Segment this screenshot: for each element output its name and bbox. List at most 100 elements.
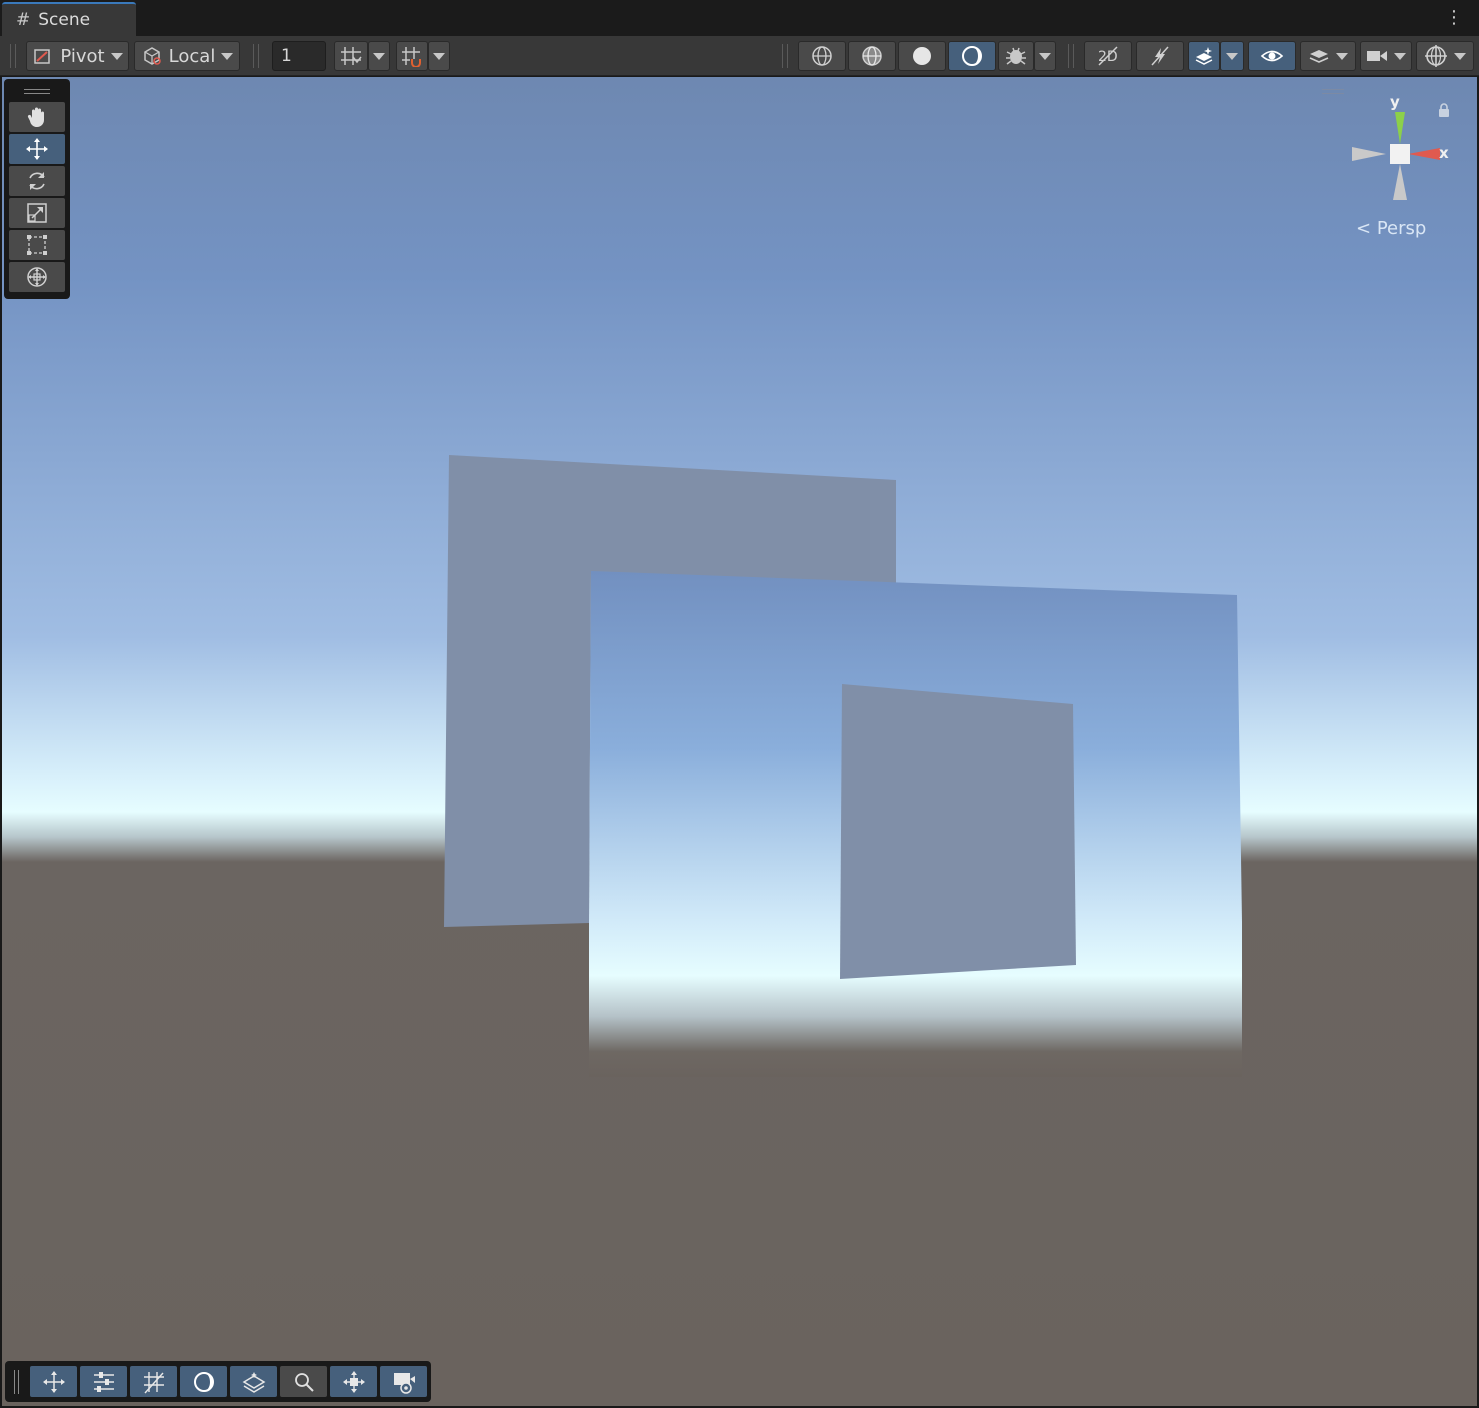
wireframe-sphere-icon [812, 46, 832, 66]
light-off-icon [1151, 46, 1169, 66]
shaded-wireframe-sphere-icon [862, 46, 882, 66]
move-tool-button[interactable] [9, 134, 65, 164]
unlit-sphere-icon [193, 1371, 214, 1392]
gizmo-y-cone[interactable] [1395, 112, 1405, 144]
grid-snap-value: 1 [281, 46, 292, 66]
navigation-arrows-icon [342, 1370, 365, 1393]
grid-icon [143, 1371, 164, 1393]
transform-tool-button[interactable] [9, 262, 65, 292]
toolbar-grip[interactable] [253, 44, 259, 68]
tab-scene[interactable]: # Scene [2, 2, 136, 36]
chevron-down-icon [221, 52, 234, 60]
scene-visibility-button[interactable] [1248, 41, 1296, 71]
rect-tool-button[interactable] [9, 230, 65, 260]
gizmos-dropdown[interactable] [1416, 41, 1474, 71]
toolbar-grip[interactable] [782, 44, 788, 68]
lighting-toggle-button[interactable] [1136, 41, 1184, 71]
local-cube-icon [143, 47, 161, 65]
eye-icon [1260, 50, 1284, 62]
overlay-toolbar [5, 1361, 431, 1402]
tools-overlay [4, 79, 70, 299]
toolbar-grip[interactable] [10, 44, 16, 68]
bug-icon [1006, 47, 1026, 65]
scene-camera-dropdown[interactable] [1360, 41, 1412, 71]
gizmo-neg-x-cone[interactable] [1352, 147, 1386, 161]
hand-icon [27, 107, 44, 128]
sliders-icon [93, 1371, 114, 1392]
scene-toolbar: Pivot Local 1 2D [0, 36, 1479, 76]
wireframe-mode-button[interactable] [798, 41, 846, 71]
increment-snap-dropdown[interactable] [428, 41, 450, 71]
search-icon [294, 1372, 314, 1392]
magnet-grid-icon [402, 47, 421, 67]
fx-dropdown[interactable] [1220, 41, 1244, 71]
scene-geometry [444, 455, 1242, 1077]
view-tool-button[interactable] [9, 102, 65, 132]
overlay-shading-button[interactable] [180, 1366, 227, 1397]
unlit-sphere-icon [962, 46, 982, 66]
layers-dropdown[interactable] [1300, 41, 1356, 71]
overlay-grid-button[interactable] [130, 1366, 177, 1397]
transform-icon [27, 267, 47, 287]
increment-snap-toggle[interactable] [396, 41, 428, 71]
move-arrows-icon [26, 138, 48, 160]
gizmo-handle[interactable] [1322, 89, 1344, 94]
chevron-left-icon: < [1356, 218, 1372, 239]
overlay-search-button[interactable] [280, 1366, 327, 1397]
overlay-camera-view-button[interactable] [380, 1366, 427, 1397]
fx-toggle-button[interactable] [1188, 41, 1220, 71]
shaded-mode-button[interactable] [898, 41, 946, 71]
more-options-icon[interactable]: ⋮ [1445, 8, 1463, 28]
gizmo-center-cube[interactable] [1390, 144, 1410, 164]
rotate-tool-button[interactable] [9, 166, 65, 196]
unlit-mode-button[interactable] [948, 41, 996, 71]
chevron-down-icon [1454, 52, 1466, 60]
hash-icon: # [16, 10, 31, 30]
chevron-down-icon [1394, 52, 1406, 60]
shaded-sphere-icon [913, 47, 931, 65]
chevron-down-icon [1336, 52, 1348, 60]
2d-toggle-icon: 2D [1098, 46, 1118, 66]
toggle-2d-button[interactable]: 2D [1084, 41, 1132, 71]
grid-snap-icon [341, 47, 362, 65]
chevron-down-icon [373, 52, 385, 60]
gizmo-x-cone[interactable] [1408, 148, 1440, 160]
scale-tool-button[interactable] [9, 198, 65, 228]
draw-mode-dropdown[interactable] [1034, 41, 1056, 71]
overlay-layers-button[interactable] [230, 1366, 277, 1397]
chevron-down-icon [110, 52, 123, 60]
overlay-toolbar-grip[interactable] [14, 1370, 19, 1394]
pivot-dropdown[interactable]: Pivot [26, 41, 129, 71]
layers-sparkle-icon [1195, 47, 1213, 65]
overlay-settings-button[interactable] [80, 1366, 127, 1397]
pivot-icon [34, 49, 51, 64]
grid-snap-toggle[interactable] [334, 41, 368, 71]
orientation-gizmo[interactable]: y x [1348, 93, 1458, 210]
scale-icon [27, 203, 47, 223]
debug-draw-mode-button[interactable] [998, 41, 1034, 71]
chevron-down-icon [433, 52, 445, 60]
front-plane[interactable] [840, 684, 1076, 979]
toolbar-grip[interactable] [1068, 44, 1074, 68]
rotate-icon [29, 172, 45, 190]
rect-transform-icon [27, 235, 47, 255]
overlay-navigation-button[interactable] [330, 1366, 377, 1397]
projection-toggle[interactable]: < Persp [1356, 218, 1426, 239]
chevron-down-icon [1039, 52, 1051, 60]
local-label: Local [168, 45, 216, 67]
shaded-wireframe-mode-button[interactable] [848, 41, 896, 71]
gizmo-y-label: y [1390, 93, 1400, 111]
gizmo-neg-y-cone[interactable] [1393, 164, 1407, 200]
layers-diamond-icon [242, 1371, 265, 1393]
projection-label: Persp [1376, 218, 1427, 239]
grid-snap-input[interactable]: 1 [272, 41, 326, 71]
local-dropdown[interactable]: Local [134, 41, 240, 71]
scene-viewport[interactable] [2, 77, 1477, 1406]
tools-overlay-handle[interactable] [24, 89, 50, 94]
grid-snap-dropdown[interactable] [368, 41, 390, 71]
pivot-label: Pivot [60, 45, 105, 67]
layers-icon [1309, 50, 1329, 63]
camera-icon [1367, 51, 1387, 61]
tab-bar: # Scene ⋮ [0, 0, 1479, 36]
overlay-move-button[interactable] [30, 1366, 77, 1397]
